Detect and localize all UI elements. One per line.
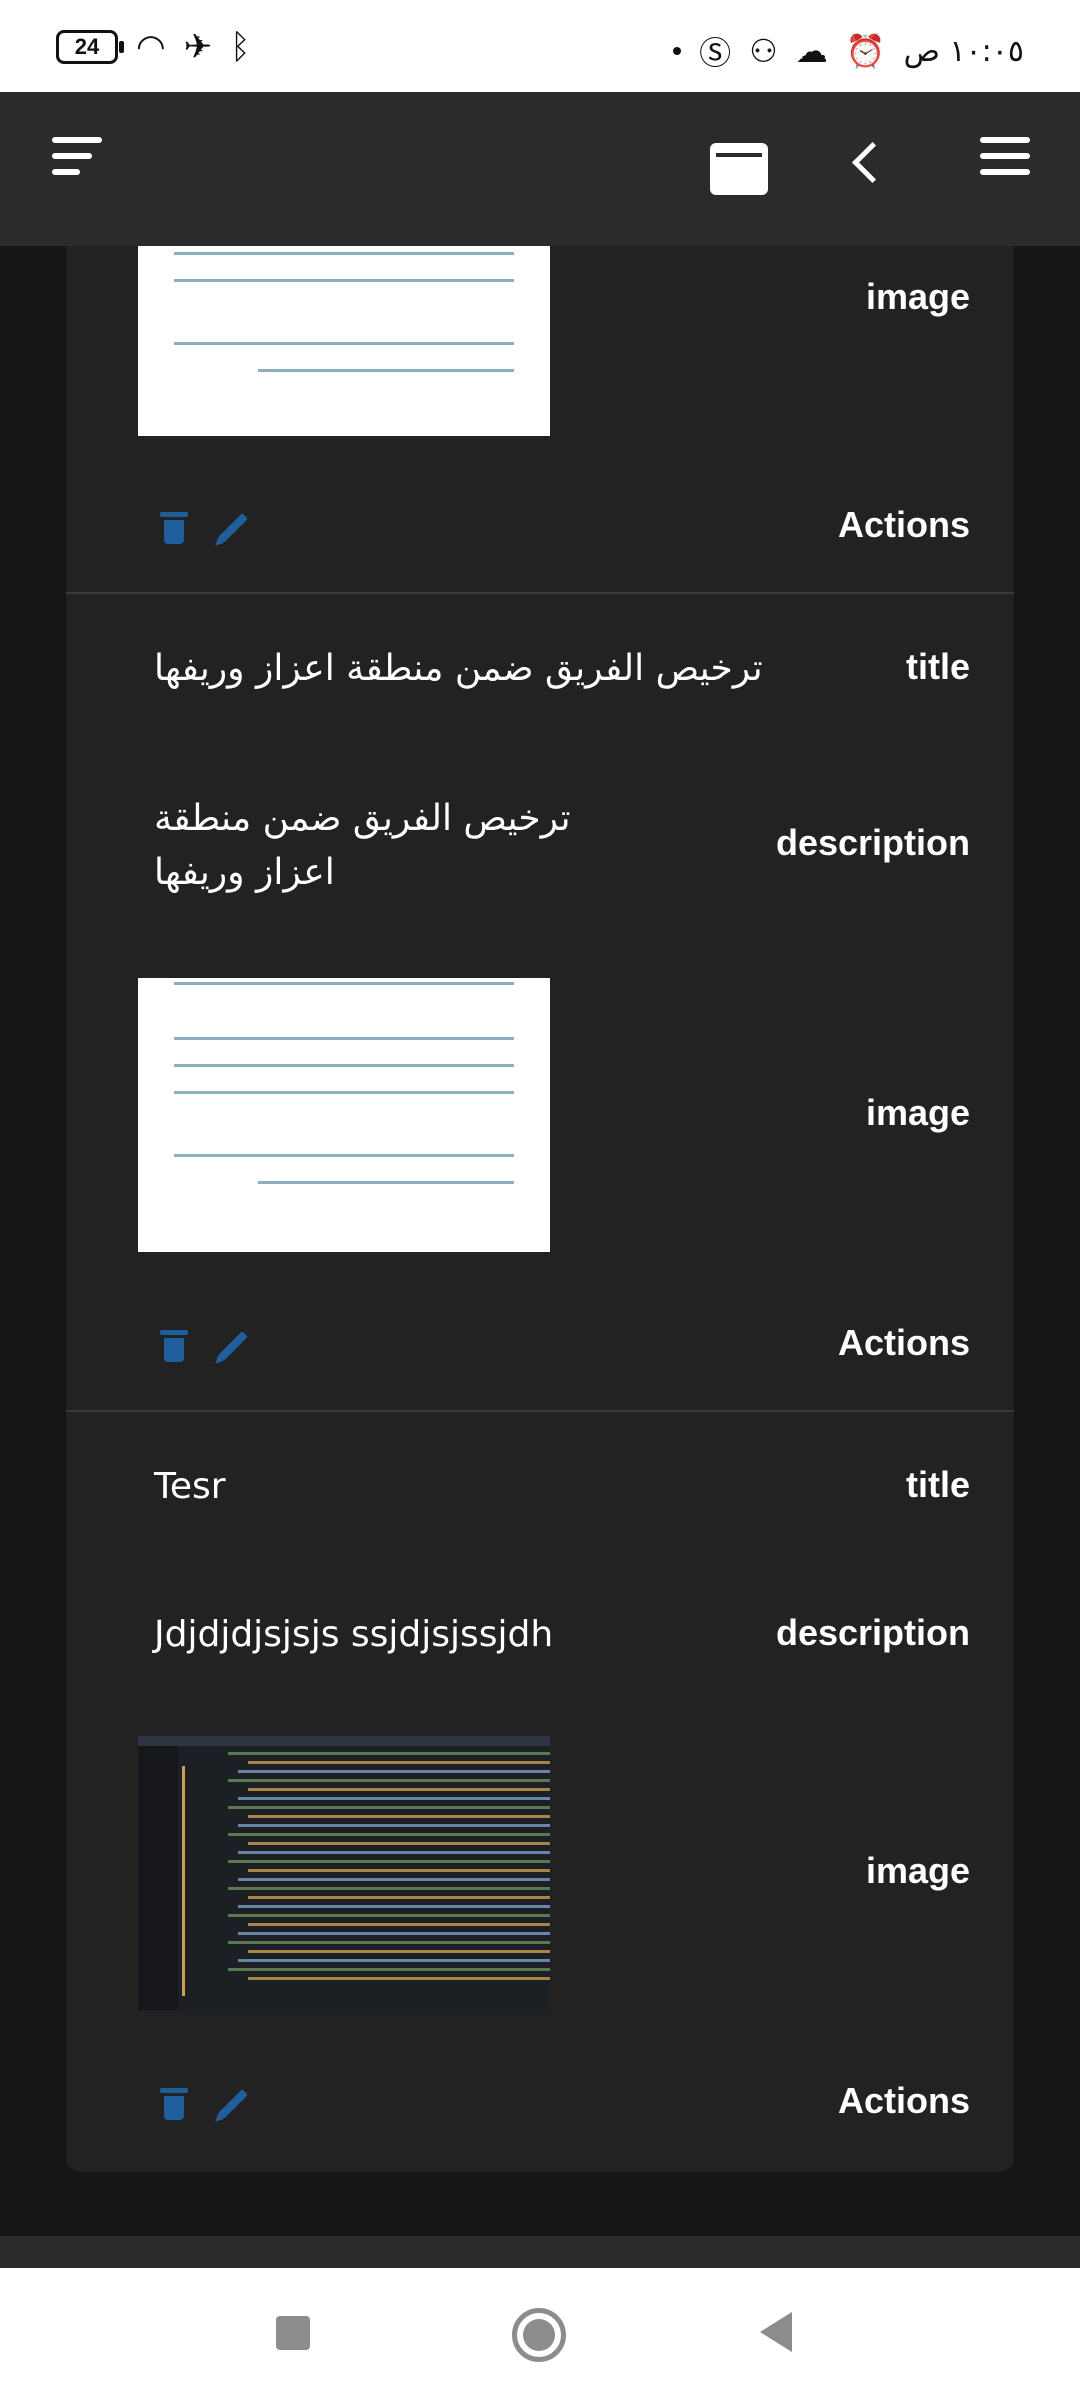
record-description: ترخيص الفريق ضمن منطقة اعزاز وريفها	[154, 798, 571, 893]
edit-icon[interactable]	[218, 1331, 248, 1361]
back-button-icon[interactable]	[760, 2312, 792, 2352]
actions-label: Actions	[837, 504, 970, 545]
title-label: title	[905, 646, 970, 687]
bluetooth-icon: ᛒ	[230, 28, 251, 66]
app-notification-icon: Ⓢ	[699, 35, 732, 71]
edit-icon[interactable]	[218, 2089, 248, 2119]
status-bar: 24 ◠ ✈ ᛒ Ⓢ ⚇ ☁ ⏰ ١٠:٠٥ ص	[0, 0, 1080, 92]
airplane-mode-icon: ✈	[183, 28, 213, 66]
bottom-strip	[0, 2236, 1080, 2268]
description-label: description	[775, 822, 970, 863]
divider	[66, 592, 1014, 594]
window-icon[interactable]	[710, 143, 768, 195]
record-actions	[160, 1330, 250, 1362]
wifi-icon: ◠	[136, 28, 166, 66]
record-title: ترخيص الفريق ضمن منطقة اعزاز وريفها	[154, 648, 763, 689]
delete-icon[interactable]	[160, 1330, 188, 1362]
record-title: Tesr	[154, 1466, 226, 1507]
edit-icon[interactable]	[218, 513, 248, 543]
records-list: image Actions ترخيص الفريق ضمن منطقة اعز…	[66, 246, 1014, 2172]
alarm-icon: ⏰	[845, 33, 886, 69]
delete-icon[interactable]	[160, 2088, 188, 2120]
record-actions	[160, 512, 250, 544]
recents-button-icon[interactable]	[276, 2316, 310, 2350]
image-label: image	[865, 276, 970, 317]
image-label: image	[865, 1092, 970, 1133]
battery-icon: 24	[56, 30, 124, 64]
actions-label: Actions	[837, 1322, 970, 1363]
delete-icon[interactable]	[160, 512, 188, 544]
menu-icon[interactable]	[980, 137, 1030, 185]
app-bar	[0, 92, 1080, 246]
home-button-icon[interactable]	[512, 2308, 566, 2362]
description-label: description	[775, 1612, 970, 1653]
record-description: Jdjdjdjsjsjs ssjdjsjssjdh	[154, 1614, 554, 1655]
back-arrow-icon[interactable]	[851, 141, 894, 184]
share-network-icon: ⚇	[749, 33, 778, 69]
image-label: image	[865, 1850, 970, 1891]
title-label: title	[905, 1464, 970, 1505]
record-image[interactable]	[138, 1736, 550, 2010]
record-image[interactable]	[138, 978, 550, 1252]
notification-dot-icon	[673, 47, 682, 55]
record-image[interactable]	[138, 246, 550, 436]
actions-label: Actions	[837, 2080, 970, 2121]
cloud-icon: ☁	[795, 33, 828, 69]
clock: ١٠:٠٥ ص	[903, 33, 1024, 69]
sort-icon[interactable]	[52, 137, 102, 185]
divider	[66, 1410, 1014, 1412]
battery-level: 24	[74, 34, 100, 59]
record-actions	[160, 2088, 250, 2120]
